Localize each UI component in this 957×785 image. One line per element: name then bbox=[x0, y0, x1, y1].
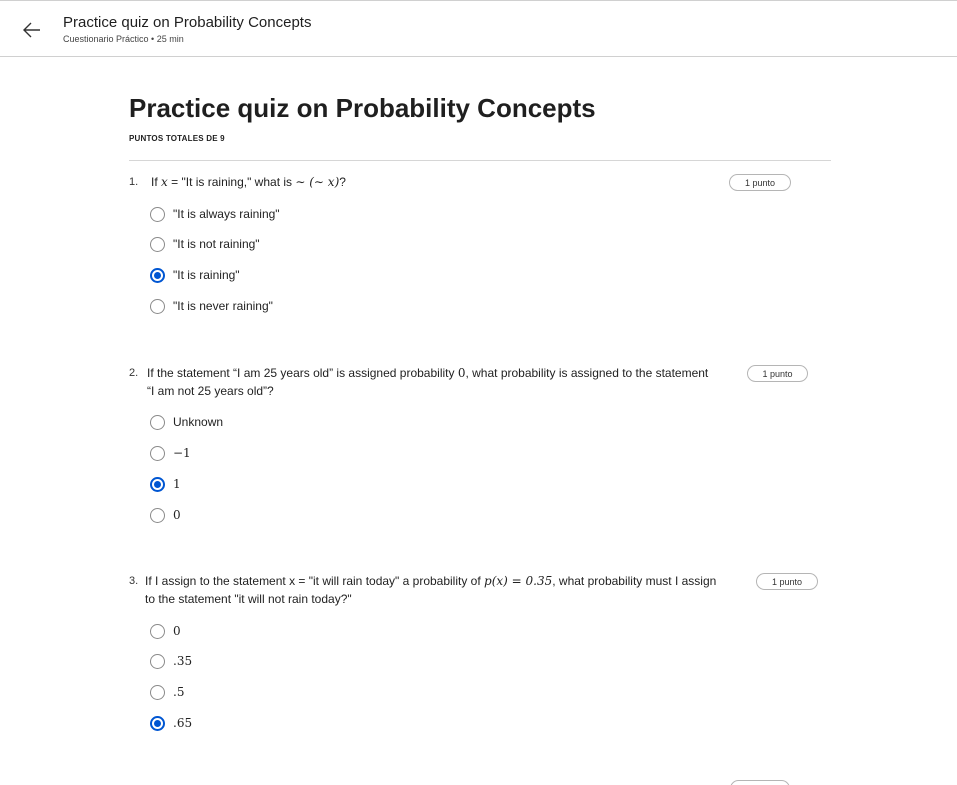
page-title: Practice quiz on Probability Concepts bbox=[129, 93, 596, 123]
option-label: .35 bbox=[173, 654, 193, 668]
option-label: "It is never raining" bbox=[173, 299, 273, 313]
radio-button-selected-icon[interactable] bbox=[150, 267, 165, 283]
option-zero[interactable]: 0 bbox=[150, 506, 181, 524]
radio-button-icon[interactable] bbox=[150, 653, 165, 669]
header-title: Practice quiz on Probability Concepts bbox=[63, 14, 312, 31]
radio-button-icon[interactable] bbox=[150, 206, 165, 222]
radio-button-icon[interactable] bbox=[150, 414, 165, 430]
option-never-raining[interactable]: "It is never raining" bbox=[150, 297, 273, 315]
question-text: If the statement “I am 25 years old” is … bbox=[147, 366, 709, 398]
option-raining[interactable]: "It is raining" bbox=[150, 266, 240, 284]
option-not-raining[interactable]: "It is not raining" bbox=[150, 235, 260, 253]
top-bar: Practice quiz on Probability Concepts Cu… bbox=[0, 0, 957, 57]
option-label: .65 bbox=[173, 716, 193, 730]
question-text: If x = "It is raining," what is ∼ (∼ x)? bbox=[151, 175, 346, 189]
option-zero[interactable]: 0 bbox=[150, 622, 181, 640]
option-label: "It is always raining" bbox=[173, 207, 280, 221]
back-arrow-icon[interactable] bbox=[18, 15, 46, 43]
option-minus-one[interactable]: −1 bbox=[150, 444, 191, 462]
option-label: −1 bbox=[173, 446, 191, 460]
next-points-badge bbox=[730, 780, 790, 785]
option-label: "It is raining" bbox=[173, 268, 240, 282]
radio-button-selected-icon[interactable] bbox=[150, 715, 165, 731]
radio-button-icon[interactable] bbox=[150, 236, 165, 252]
radio-button-icon[interactable] bbox=[150, 507, 165, 523]
option-label: 0 bbox=[173, 624, 181, 638]
radio-button-selected-icon[interactable] bbox=[150, 476, 165, 492]
option-label: 1 bbox=[173, 477, 181, 491]
total-points: PUNTOS TOTALES DE 9 bbox=[129, 134, 225, 143]
points-badge: 1 punto bbox=[729, 174, 791, 191]
radio-button-icon[interactable] bbox=[150, 445, 165, 461]
radio-button-icon[interactable] bbox=[150, 684, 165, 700]
question-number: 2. bbox=[129, 367, 139, 379]
radio-button-icon[interactable] bbox=[150, 298, 165, 314]
option-point-six-five[interactable]: .65 bbox=[150, 714, 192, 732]
option-always-raining[interactable]: "It is always raining" bbox=[150, 205, 280, 223]
question-number: 1. bbox=[129, 176, 139, 188]
option-label: .5 bbox=[173, 685, 185, 699]
points-badge: 1 punto bbox=[756, 573, 818, 590]
option-one[interactable]: 1 bbox=[150, 475, 181, 493]
question-number: 3. bbox=[129, 575, 139, 587]
divider bbox=[129, 160, 831, 161]
option-label: "It is not raining" bbox=[173, 237, 260, 251]
option-label: 0 bbox=[173, 508, 181, 522]
option-point-five[interactable]: .5 bbox=[150, 683, 184, 701]
radio-button-icon[interactable] bbox=[150, 623, 165, 639]
question-text: If I assign to the statement x = "it wil… bbox=[145, 574, 717, 606]
header-subtitle: Cuestionario Práctico • 25 min bbox=[63, 34, 184, 44]
option-point-three-five[interactable]: .35 bbox=[150, 652, 192, 670]
option-unknown[interactable]: Unknown bbox=[150, 413, 223, 431]
option-label: Unknown bbox=[173, 415, 224, 429]
points-badge: 1 punto bbox=[747, 365, 808, 382]
